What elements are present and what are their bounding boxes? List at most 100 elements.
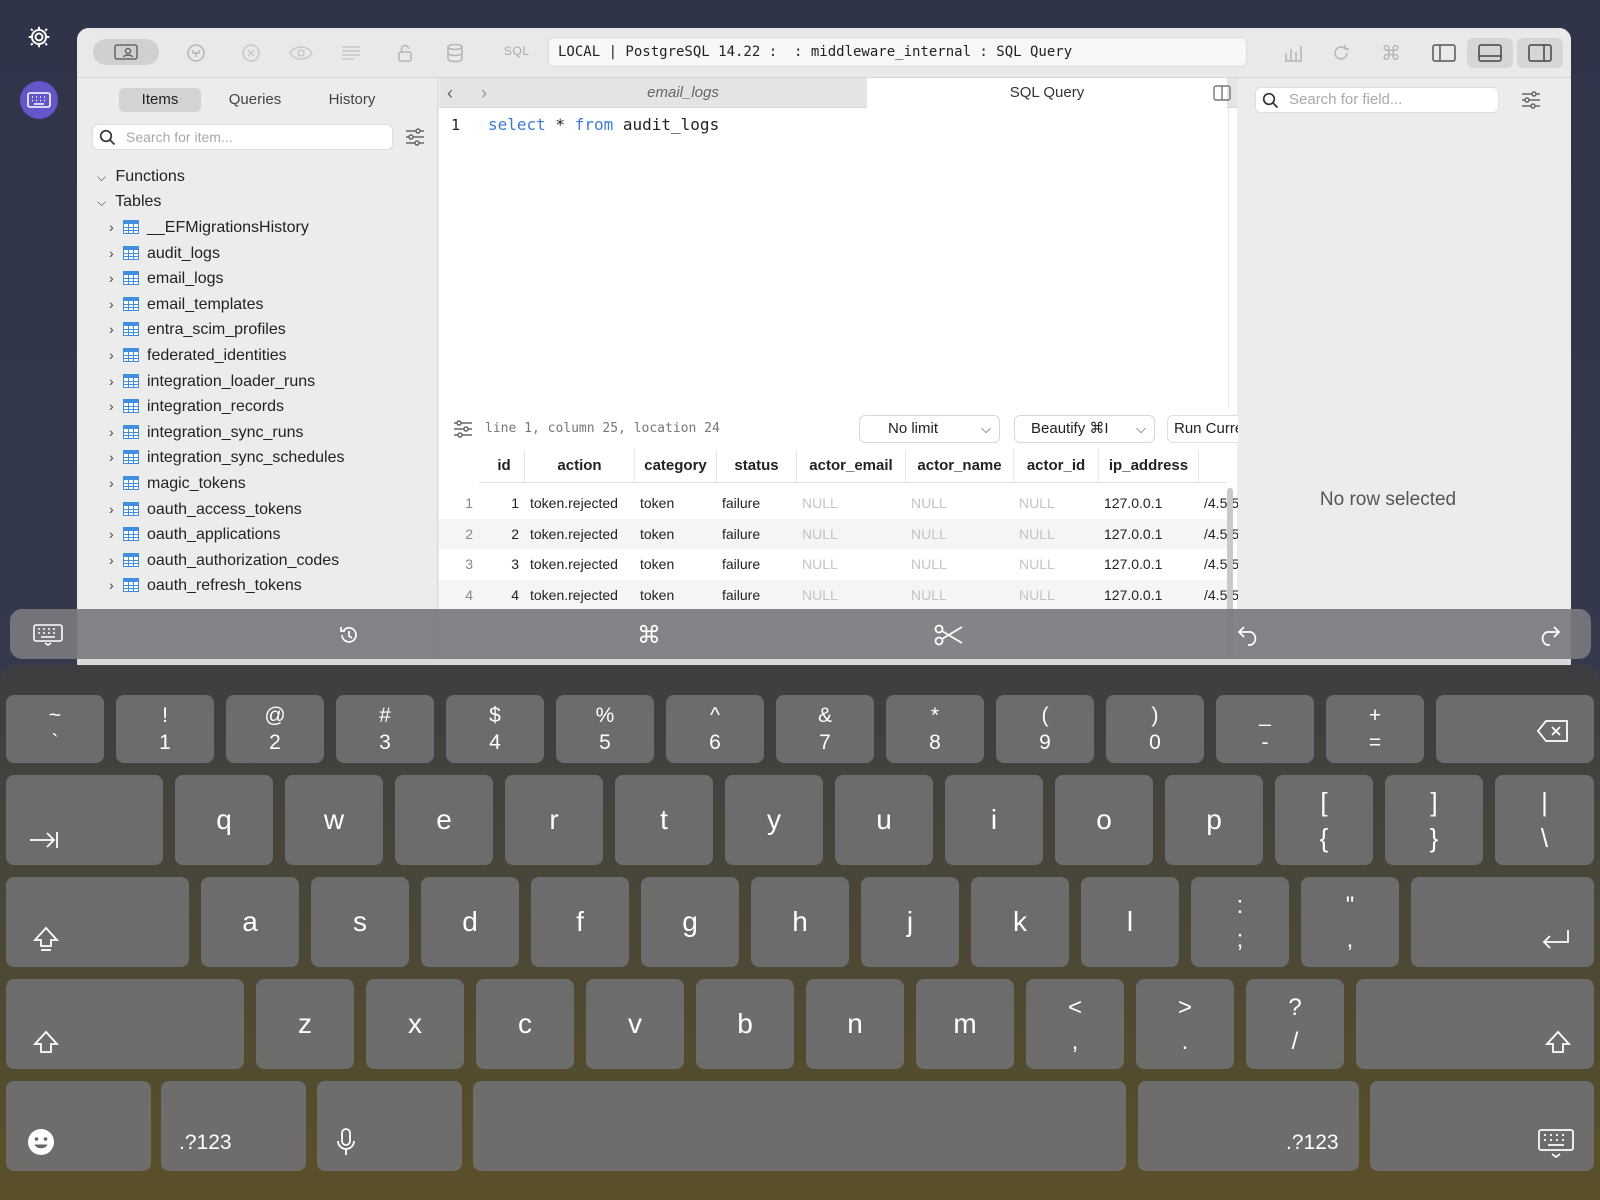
key-8[interactable]: & 7: [776, 695, 874, 763]
dictation-key[interactable]: [317, 1081, 462, 1171]
toggle-left-panel-icon[interactable]: [1431, 40, 1457, 66]
filter-sliders-icon[interactable]: [405, 128, 425, 146]
limit-dropdown[interactable]: No limit ⌵: [859, 415, 1000, 443]
table-item[interactable]: › oauth_access_tokens: [109, 498, 302, 520]
cell-status[interactable]: failure: [722, 488, 796, 518]
cell-id[interactable]: 2: [484, 519, 519, 549]
key-symbol-r4-0[interactable]: <,: [1026, 979, 1124, 1069]
key-10[interactable]: (9: [996, 695, 1094, 763]
key-h[interactable]: h: [751, 877, 849, 967]
cell-actor-email[interactable]: NULL: [802, 488, 905, 518]
delete-key[interactable]: [1436, 695, 1594, 763]
key-7[interactable]: ^ 6: [666, 695, 764, 763]
key-u[interactable]: u: [835, 775, 933, 865]
key-d[interactable]: d: [421, 877, 519, 967]
toggle-right-panel-button[interactable]: [1517, 38, 1563, 68]
key-symbol-r3-1[interactable]: ",: [1301, 877, 1399, 967]
key-q[interactable]: q: [175, 775, 273, 865]
cell-actor-name[interactable]: NULL: [911, 580, 1013, 610]
editor-scrollbar[interactable]: [1228, 108, 1236, 408]
key-x[interactable]: x: [366, 979, 464, 1069]
item-search-input[interactable]: Search for item...: [92, 124, 393, 150]
table-item[interactable]: › email_logs: [109, 267, 223, 289]
key-l[interactable]: l: [1081, 877, 1179, 967]
command-key-button[interactable]: ⌘: [633, 619, 665, 651]
table-row[interactable]: 4 4 token.rejected token failure NULL NULL NULL…: [439, 579, 1238, 610]
cell-actor-email[interactable]: NULL: [802, 519, 905, 549]
table-item[interactable]: › integration_records: [109, 395, 284, 417]
key-symbol-r4-1[interactable]: >.: [1136, 979, 1234, 1069]
cell-action[interactable]: token.rejected: [530, 580, 634, 610]
key-symbol-2[interactable]: | \: [1495, 775, 1594, 865]
tab-items[interactable]: Items: [119, 88, 201, 112]
beautify-button[interactable]: Beautify ⌘I ⌵: [1014, 415, 1155, 443]
numbers-key-right[interactable]: .?123: [1138, 1081, 1359, 1171]
key-2[interactable]: ! 1: [116, 695, 214, 763]
sql-label[interactable]: SQL: [504, 44, 530, 58]
cell-ip[interactable]: 127.0.0.1: [1104, 519, 1198, 549]
cell-action[interactable]: token.rejected: [530, 519, 634, 549]
cell-status[interactable]: failure: [722, 580, 796, 610]
column-header-actor-id[interactable]: actor_id: [1014, 450, 1099, 482]
list-icon[interactable]: [338, 40, 364, 66]
cell-status[interactable]: failure: [722, 519, 796, 549]
key-b[interactable]: b: [696, 979, 794, 1069]
keyboard-toggle-button[interactable]: [20, 81, 58, 119]
table-row[interactable]: 2 2 token.rejected token failure NULL NULL NULL…: [439, 518, 1238, 549]
stop-icon[interactable]: [238, 40, 264, 66]
key-v[interactable]: v: [586, 979, 684, 1069]
query-options-icon[interactable]: [453, 420, 473, 438]
cell-category[interactable]: token: [640, 580, 716, 610]
table-item[interactable]: › __EFMigrationsHistory: [109, 216, 309, 238]
caps-lock-key[interactable]: [6, 877, 189, 967]
cell-id[interactable]: 3: [484, 549, 519, 579]
cell-category[interactable]: token: [640, 519, 716, 549]
key-g[interactable]: g: [641, 877, 739, 967]
key-13[interactable]: + =: [1326, 695, 1424, 763]
cell-actor-name[interactable]: NULL: [911, 519, 1013, 549]
cell-category[interactable]: token: [640, 488, 716, 518]
key-4[interactable]: #3: [336, 695, 434, 763]
cell-actor-id[interactable]: NULL: [1019, 580, 1098, 610]
key-symbol-1[interactable]: ]}: [1385, 775, 1483, 865]
column-header-category[interactable]: category: [635, 450, 717, 482]
table-row[interactable]: 1 1 token.rejected token failure NULL NULL NULL…: [439, 488, 1238, 518]
key-o[interactable]: o: [1055, 775, 1153, 865]
key-symbol-0[interactable]: [{: [1275, 775, 1373, 865]
column-header-actor-email[interactable]: actor_email: [797, 450, 906, 482]
key-11[interactable]: ) 0: [1106, 695, 1204, 763]
table-item[interactable]: › oauth_applications: [109, 523, 280, 545]
table-item[interactable]: › oauth_refresh_tokens: [109, 574, 302, 596]
table-item[interactable]: › federated_identities: [109, 344, 287, 366]
column-header-action[interactable]: action: [525, 450, 635, 482]
key-1[interactable]: ~ `: [6, 695, 104, 763]
cell-actor-id[interactable]: NULL: [1019, 519, 1098, 549]
cell-ip[interactable]: 127.0.0.1: [1104, 549, 1198, 579]
right-shift-key[interactable]: [1356, 979, 1594, 1069]
tree-tables[interactable]: ⌵ Tables: [97, 191, 161, 213]
key-9[interactable]: * 8: [886, 695, 984, 763]
table-item[interactable]: › audit_logs: [109, 242, 220, 264]
sql-code-editor[interactable]: select * from audit_logs: [488, 112, 719, 138]
hide-keyboard-button[interactable]: [32, 619, 64, 651]
table-item[interactable]: › integration_loader_runs: [109, 370, 315, 392]
cell-actor-id[interactable]: NULL: [1019, 549, 1098, 579]
tab-queries[interactable]: Queries: [210, 88, 300, 112]
column-header-ip-address[interactable]: ip_address: [1099, 450, 1199, 482]
key-c[interactable]: c: [476, 979, 574, 1069]
cell-actor-id[interactable]: NULL: [1019, 488, 1098, 518]
key-f[interactable]: f: [531, 877, 629, 967]
lock-icon[interactable]: [392, 40, 418, 66]
space-key[interactable]: [473, 1081, 1126, 1171]
cell-actor-email[interactable]: NULL: [802, 549, 905, 579]
table-item[interactable]: › magic_tokens: [109, 472, 246, 494]
left-shift-key[interactable]: [6, 979, 244, 1069]
key-symbol-r4-2[interactable]: ? /: [1246, 979, 1344, 1069]
refresh-icon[interactable]: [1328, 40, 1354, 66]
preview-eye-icon[interactable]: [288, 40, 314, 66]
table-item[interactable]: › oauth_authorization_codes: [109, 549, 339, 571]
database-icon[interactable]: [442, 40, 468, 66]
cell-action[interactable]: token.rejected: [530, 549, 634, 579]
plugin-icon[interactable]: [183, 40, 209, 66]
cell-ip[interactable]: 127.0.0.1: [1104, 580, 1198, 610]
